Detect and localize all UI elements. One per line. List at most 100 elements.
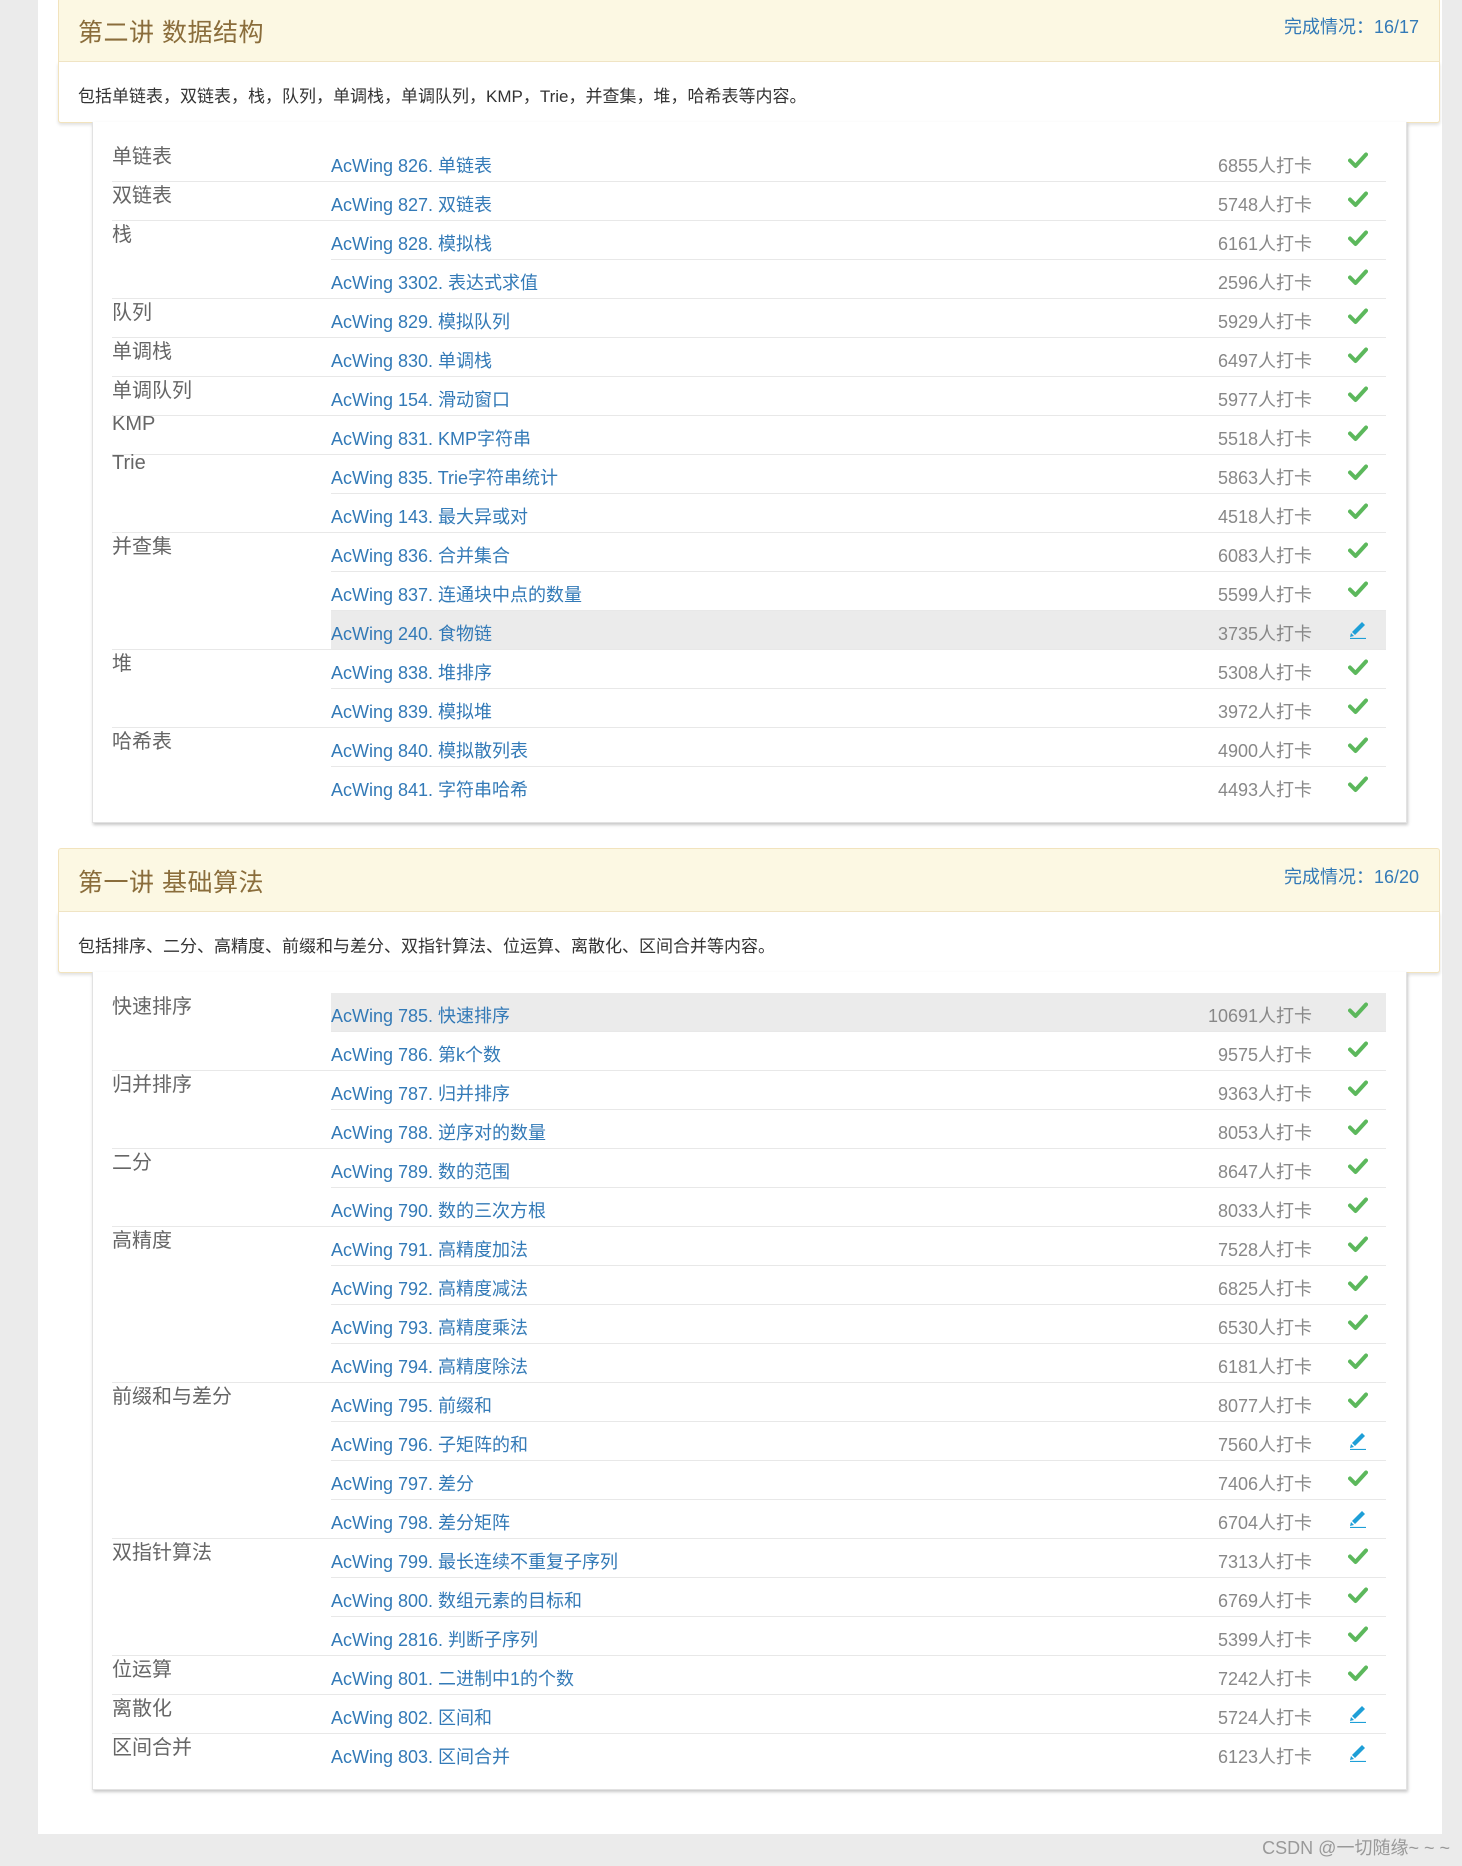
check-icon[interactable]: [1348, 1313, 1370, 1333]
check-icon[interactable]: [1348, 1118, 1370, 1138]
row-divider: [112, 649, 1386, 650]
check-icon[interactable]: [1348, 190, 1370, 210]
problem-link[interactable]: AcWing 788. 逆序对的数量: [331, 1119, 546, 1145]
problem-link[interactable]: AcWing 803. 区间合并: [331, 1743, 510, 1769]
problem-link[interactable]: AcWing 799. 最长连续不重复子序列: [331, 1548, 618, 1574]
problem-link[interactable]: AcWing 837. 连通块中点的数量: [331, 581, 582, 607]
problem-link[interactable]: AcWing 791. 高精度加法: [331, 1236, 528, 1262]
check-icon[interactable]: [1348, 541, 1370, 561]
problem-link[interactable]: AcWing 793. 高精度乘法: [331, 1314, 528, 1340]
checkin-count: 3972人打卡: [1217, 702, 1312, 722]
category-label: 并查集: [112, 536, 172, 558]
category-label: 高精度: [112, 1230, 172, 1252]
check-icon[interactable]: [1348, 1352, 1370, 1372]
check-icon[interactable]: [1348, 775, 1370, 795]
problem-link[interactable]: AcWing 829. 模拟队列: [331, 308, 510, 334]
checkin-count: 7560人打卡: [1217, 1435, 1312, 1455]
section-description-text: 包括单链表，双链表，栈，队列，单调栈，单调队列，KMP，Trie，并查集，堆，哈…: [78, 87, 807, 106]
row-divider: [112, 1655, 1386, 1656]
problem-link[interactable]: AcWing 831. KMP字符串: [331, 425, 531, 451]
problem-row: AcWing 3302. 表达式求值 2596人打卡: [93, 259, 1406, 298]
problem-link[interactable]: AcWing 830. 单调栈: [331, 347, 492, 373]
check-icon[interactable]: [1348, 1079, 1370, 1099]
check-icon[interactable]: [1348, 658, 1370, 678]
problem-list-panel: 单链表 AcWing 826. 单链表 6855人打卡 双链表 AcWing 827. …: [92, 122, 1407, 823]
problem-link[interactable]: AcWing 835. Trie字符串统计: [331, 464, 558, 490]
checkin-count: 9363人打卡: [1217, 1084, 1312, 1104]
category-label: 二分: [112, 1152, 152, 1174]
check-icon[interactable]: [1348, 268, 1370, 288]
problem-link[interactable]: AcWing 797. 差分: [331, 1470, 474, 1496]
check-icon[interactable]: [1348, 385, 1370, 405]
problem-link[interactable]: AcWing 794. 高精度除法: [331, 1353, 528, 1379]
check-icon[interactable]: [1348, 1274, 1370, 1294]
problem-link[interactable]: AcWing 789. 数的范围: [331, 1158, 510, 1184]
problem-link[interactable]: AcWing 785. 快速排序: [331, 1002, 510, 1028]
problem-link[interactable]: AcWing 143. 最大异或对: [331, 503, 528, 529]
check-icon[interactable]: [1348, 1235, 1370, 1255]
checkin-count: 6161人打卡: [1217, 234, 1312, 254]
check-icon[interactable]: [1348, 1469, 1370, 1489]
problem-link[interactable]: AcWing 827. 双链表: [331, 191, 492, 217]
problem-link[interactable]: AcWing 800. 数组元素的目标和: [331, 1587, 582, 1613]
pencil-icon[interactable]: [1348, 619, 1370, 640]
check-icon[interactable]: [1348, 424, 1370, 444]
check-icon[interactable]: [1348, 1547, 1370, 1567]
problem-link[interactable]: AcWing 839. 模拟堆: [331, 698, 492, 724]
problem-link[interactable]: AcWing 787. 归并排序: [331, 1080, 510, 1106]
check-icon[interactable]: [1348, 1001, 1370, 1021]
problem-link[interactable]: AcWing 790. 数的三次方根: [331, 1197, 546, 1223]
check-icon[interactable]: [1348, 1586, 1370, 1606]
problem-link[interactable]: AcWing 838. 堆排序: [331, 659, 492, 685]
problem-link[interactable]: AcWing 836. 合并集合: [331, 542, 510, 568]
section-progress: 完成情况：16/20: [1283, 867, 1419, 887]
check-icon[interactable]: [1348, 307, 1370, 327]
checkin-count: 5748人打卡: [1217, 195, 1312, 215]
problem-link[interactable]: AcWing 154. 滑动窗口: [331, 386, 510, 412]
problem-row: AcWing 2816. 判断子序列 5399人打卡: [93, 1616, 1406, 1655]
pencil-icon[interactable]: [1348, 1703, 1370, 1724]
problem-link[interactable]: AcWing 801. 二进制中1的个数: [331, 1665, 574, 1691]
check-icon[interactable]: [1348, 346, 1370, 366]
problem-row: 队列 AcWing 829. 模拟队列 5929人打卡: [93, 298, 1406, 337]
check-icon[interactable]: [1348, 229, 1370, 249]
category-label: 单调栈: [112, 341, 172, 363]
problem-link[interactable]: AcWing 798. 差分矩阵: [331, 1509, 510, 1535]
problem-link[interactable]: AcWing 841. 字符串哈希: [331, 776, 528, 802]
problem-link[interactable]: AcWing 3302. 表达式求值: [331, 269, 538, 295]
check-icon[interactable]: [1348, 736, 1370, 756]
problem-row: AcWing 788. 逆序对的数量 8053人打卡: [93, 1109, 1406, 1148]
problem-link[interactable]: AcWing 240. 食物链: [331, 620, 492, 646]
problem-link[interactable]: AcWing 826. 单链表: [331, 152, 492, 178]
problem-link[interactable]: AcWing 840. 模拟散列表: [331, 737, 528, 763]
check-icon[interactable]: [1348, 1664, 1370, 1684]
problem-link[interactable]: AcWing 802. 区间和: [331, 1704, 492, 1730]
problem-row: AcWing 792. 高精度减法 6825人打卡: [93, 1265, 1406, 1304]
problem-row: 并查集 AcWing 836. 合并集合 6083人打卡: [93, 532, 1406, 571]
problem-row: AcWing 794. 高精度除法 6181人打卡: [93, 1343, 1406, 1382]
problem-link[interactable]: AcWing 2816. 判断子序列: [331, 1626, 538, 1652]
row-divider: [112, 1226, 1386, 1227]
check-icon[interactable]: [1348, 463, 1370, 483]
pencil-icon[interactable]: [1348, 1742, 1370, 1763]
check-icon[interactable]: [1348, 1196, 1370, 1216]
problem-link[interactable]: AcWing 828. 模拟栈: [331, 230, 492, 256]
check-icon[interactable]: [1348, 580, 1370, 600]
problem-link[interactable]: AcWing 795. 前缀和: [331, 1392, 492, 1418]
problem-link[interactable]: AcWing 786. 第k个数: [331, 1041, 501, 1067]
problem-link[interactable]: AcWing 796. 子矩阵的和: [331, 1431, 528, 1457]
problem-link[interactable]: AcWing 792. 高精度减法: [331, 1275, 528, 1301]
check-icon[interactable]: [1348, 1157, 1370, 1177]
pencil-icon[interactable]: [1348, 1508, 1370, 1529]
section-header: 第二讲 数据结构 完成情况：16/17: [58, 0, 1440, 62]
checkin-count: 5599人打卡: [1217, 585, 1312, 605]
check-icon[interactable]: [1348, 502, 1370, 522]
row-divider: [331, 766, 1386, 767]
category-label: 队列: [112, 302, 152, 324]
check-icon[interactable]: [1348, 1391, 1370, 1411]
check-icon[interactable]: [1348, 151, 1370, 171]
pencil-icon[interactable]: [1348, 1430, 1370, 1451]
check-icon[interactable]: [1348, 1040, 1370, 1060]
check-icon[interactable]: [1348, 697, 1370, 717]
check-icon[interactable]: [1348, 1625, 1370, 1645]
